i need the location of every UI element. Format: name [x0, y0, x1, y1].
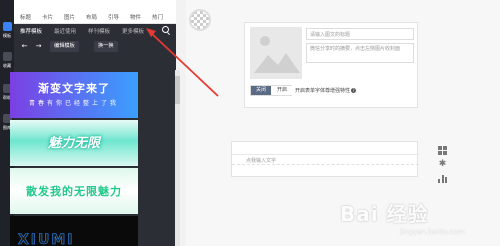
watermark-domain: jingyan.baidu.com — [400, 228, 465, 236]
watermark-brand: Bai 经验 — [340, 202, 429, 226]
baidu-watermark: Bai 经验 jingyan.baidu.com — [340, 198, 500, 242]
